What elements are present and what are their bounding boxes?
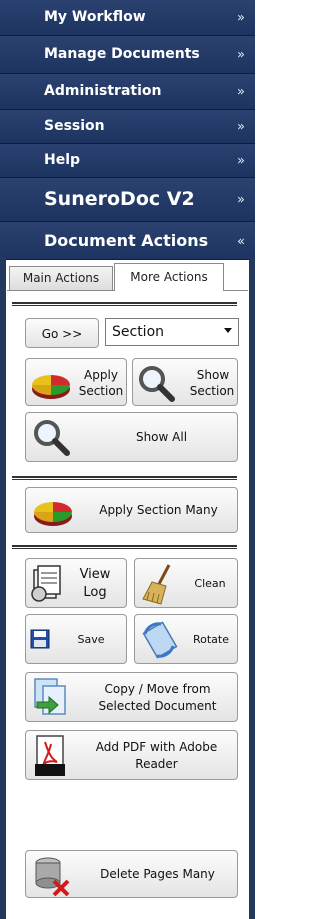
nav-help[interactable]: Help »	[0, 144, 255, 178]
nav-label: Session	[44, 118, 105, 134]
chevron-double-down-icon[interactable]: »	[237, 153, 245, 168]
clean-button[interactable]: Clean	[134, 558, 238, 608]
chevron-double-down-icon[interactable]: »	[237, 192, 245, 207]
nav-label: Document Actions	[44, 231, 209, 250]
nav-manage-documents[interactable]: Manage Documents »	[0, 36, 255, 74]
add-pdf-button[interactable]: Add PDF with Adobe Reader	[25, 730, 238, 780]
chevron-double-down-icon[interactable]: »	[237, 119, 245, 134]
go-button[interactable]: Go >>	[25, 318, 99, 348]
nav-administration[interactable]: Administration »	[0, 74, 255, 110]
nav-my-workflow[interactable]: My Workflow »	[0, 0, 255, 36]
section-select[interactable]: Section	[105, 318, 239, 346]
chevron-double-up-icon[interactable]: »	[237, 233, 245, 248]
save-button[interactable]: Save	[25, 614, 127, 664]
separator	[12, 476, 237, 480]
nav-label: Manage Documents	[44, 46, 200, 62]
chevron-double-down-icon[interactable]: »	[237, 10, 245, 25]
show-section-button[interactable]: Show Section	[132, 358, 238, 406]
separator	[12, 302, 237, 306]
nav-label: My Workflow	[44, 9, 146, 25]
pie-chart-icon	[34, 502, 72, 526]
delete-pages-many-button[interactable]: Delete Pages Many	[25, 850, 238, 898]
pdf-icon	[35, 735, 65, 776]
nav-document-actions[interactable]: Document Actions »	[0, 222, 255, 260]
panel-border-right	[249, 257, 255, 919]
rotate-icon	[142, 621, 178, 659]
view-log-button[interactable]: View Log	[25, 558, 127, 608]
section-select-value: Section	[112, 324, 165, 340]
rotate-button[interactable]: Rotate	[134, 614, 238, 664]
chevron-double-down-icon[interactable]: »	[237, 84, 245, 99]
separator	[12, 545, 237, 549]
nav-app-name[interactable]: SuneroDoc V2 »	[0, 178, 255, 222]
log-document-icon	[31, 565, 61, 602]
nav-session[interactable]: Session »	[0, 110, 255, 144]
nav-label: Help	[44, 152, 81, 168]
pie-chart-icon	[32, 375, 70, 399]
chevron-double-down-icon[interactable]: »	[237, 47, 245, 62]
apply-section-button[interactable]: Apply Section	[25, 358, 127, 406]
apply-section-many-button[interactable]: Apply Section Many	[25, 487, 238, 533]
app-name: SuneroDoc V2	[44, 188, 195, 210]
tab-main-actions[interactable]: Main Actions	[9, 266, 113, 290]
broom-icon	[142, 564, 171, 605]
nav-label: Administration	[44, 83, 162, 99]
dropdown-arrow-icon	[224, 328, 232, 333]
tab-strip: Main Actions More Actions	[7, 262, 248, 291]
magnifier-icon	[139, 366, 175, 402]
delete-database-icon	[35, 857, 70, 897]
tab-more-actions[interactable]: More Actions	[114, 263, 224, 291]
copy-document-icon	[34, 678, 66, 715]
magnifier-icon	[34, 420, 70, 456]
show-all-button[interactable]: Show All	[25, 412, 238, 462]
copy-move-button[interactable]: Copy / Move from Selected Document	[25, 672, 238, 722]
floppy-disk-icon	[30, 629, 50, 649]
